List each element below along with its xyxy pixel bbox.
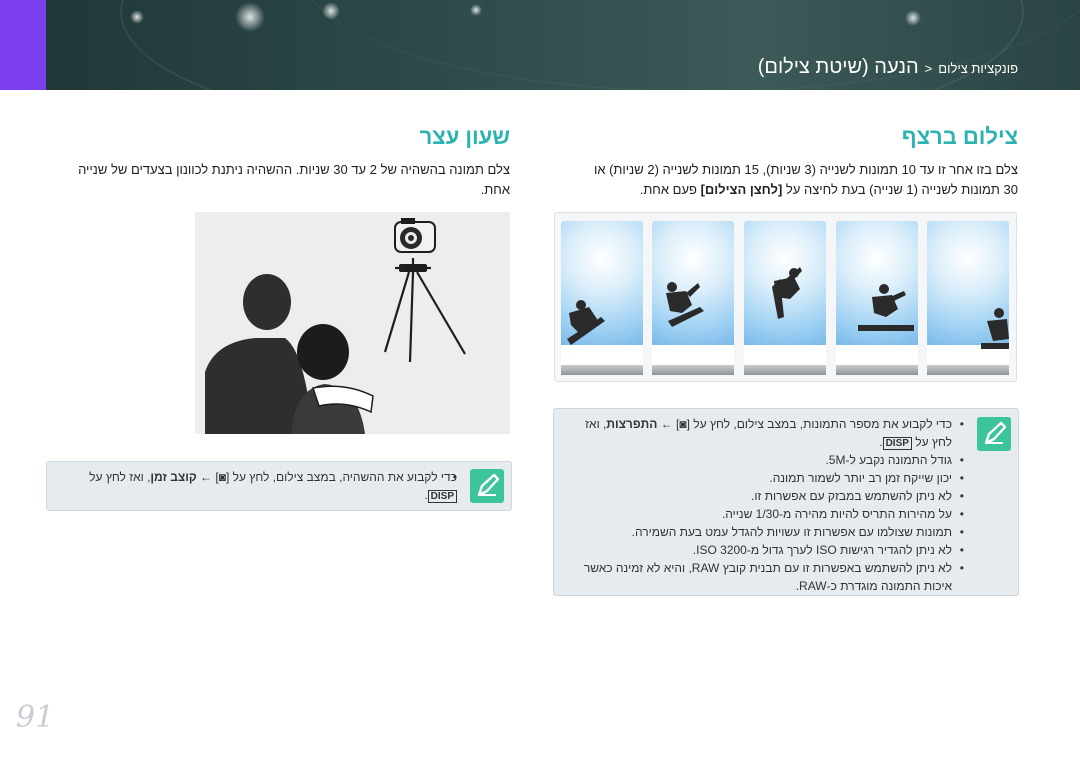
self-timer-option-label: קוצב זמן [150,470,197,484]
breadcrumb-separator: < [924,61,933,76]
header-light [322,2,340,20]
breadcrumb: פונקציות צילום < הנעה (שיטת צילום) [758,56,1018,79]
header-light [235,2,265,32]
header-light [130,10,144,24]
text-span: , ואז [585,417,607,431]
continuous-shooting-title: צילום ברצף [901,124,1018,149]
header-light [905,10,921,26]
note-bullet: לא ניתן להשתמש במבזק עם אפשרות זו. [564,487,964,505]
self-timer-icon: ◙ [218,470,226,484]
pencil-icon [977,417,1011,451]
continuous-shooting-note: כדי לקבוע את מספר התמונות, במצב צילום, ל… [553,408,1019,596]
continuous-shooting-description: צלם בזו אחר זו עד 10 תמונות לשנייה (3 שנ… [548,160,1018,200]
burst-frame [927,221,1009,375]
page-header: פונקציות צילום < הנעה (שיטת צילום) [0,0,1080,90]
disp-button-label: DISP [427,490,457,503]
burst-frame [836,221,918,375]
self-timer-illustration [195,212,510,434]
snowboarder-figure [772,267,802,319]
text-span: פעם אחת. [639,182,701,197]
note-text: כדי לקבוע את מספר התמונות, במצב צילום, ל… [564,415,964,595]
burst-frame [744,221,826,375]
text-span: ] ← [196,470,219,484]
couple-tripod-drawing [195,212,510,434]
note-bullet: יכון שייקח זמן רב יותר לשמור תמונה. [564,469,964,487]
note-bullet: לא ניתן להשתמש באפשרות זו עם תבנית קובץ … [564,559,964,595]
text-span: ] ← [657,417,680,431]
header-light [470,4,482,16]
text-span: 30 תמונות לשנייה (1 שנייה) בעת לחיצה על [782,182,1018,197]
burst-frame [561,221,643,375]
text-span: , ואז לחץ על [89,470,151,484]
text-span: כדי לקבוע את ההשהיה, במצב צילום, לחץ על … [225,470,457,484]
burst-photo-strip [554,212,1017,382]
self-timer-title: שעון עצר [419,124,510,149]
description-line: צלם תמונה בהשהיה של 2 עד 30 שניות. ההשהי… [78,162,510,177]
description-line: אחת. [480,182,510,197]
shutter-button-label: [לחצן הצילום] [700,182,783,197]
burst-frame [652,221,734,375]
description-line: צלם בזו אחר זו עד 10 תמונות לשנייה (3 שנ… [593,162,1018,177]
note-bullet: לא ניתן להגדיר רגישות ISO לערך גדול מ-32… [564,541,964,559]
note-bullet: תמונות שצולמו עם אפשרות זו עשויות להגדל … [564,523,964,541]
snowboarder-figure [858,284,914,331]
breadcrumb-page: הנעה (שיטת צילום) [757,56,919,78]
snowboarder-figure [567,300,605,345]
breadcrumb-section: פונקציות צילום [938,61,1018,76]
self-timer-description: צלם תמונה בהשהיה של 2 עד 30 שניות. ההשהי… [46,160,510,200]
snowboarder-figure [981,308,1009,349]
note-text: כדי לקבוע את ההשהיה, במצב צילום, לחץ על … [57,468,457,504]
snowboarder-figure [666,282,704,327]
self-timer-note: כדי לקבוע את ההשהיה, במצב צילום, לחץ על … [46,461,512,511]
header-accent-bar [0,0,46,90]
text-span: לחץ על [911,435,952,449]
pencil-icon [470,469,504,503]
burst-option-label: התפרצות [606,417,658,431]
description-line: 30 תמונות לשנייה (1 שנייה) בעת לחיצה על … [548,180,1018,200]
text-span: כדי לקבוע את מספר התמונות, במצב צילום, ל… [686,417,952,431]
self-timer-icon: ◙ [679,417,687,431]
page-number: 91 [16,700,55,735]
note-bullet: גודל התמונה נקבע ל-5M. [564,451,964,469]
note-bullet: על מהירות התריס להיות מהירה מ-1/30 שנייה… [564,505,964,523]
note-line: כדי לקבוע את מספר התמונות, במצב צילום, ל… [564,415,964,451]
note-line: כדי לקבוע את ההשהיה, במצב צילום, לחץ על … [57,468,457,504]
disp-button-label: DISP [882,437,912,450]
